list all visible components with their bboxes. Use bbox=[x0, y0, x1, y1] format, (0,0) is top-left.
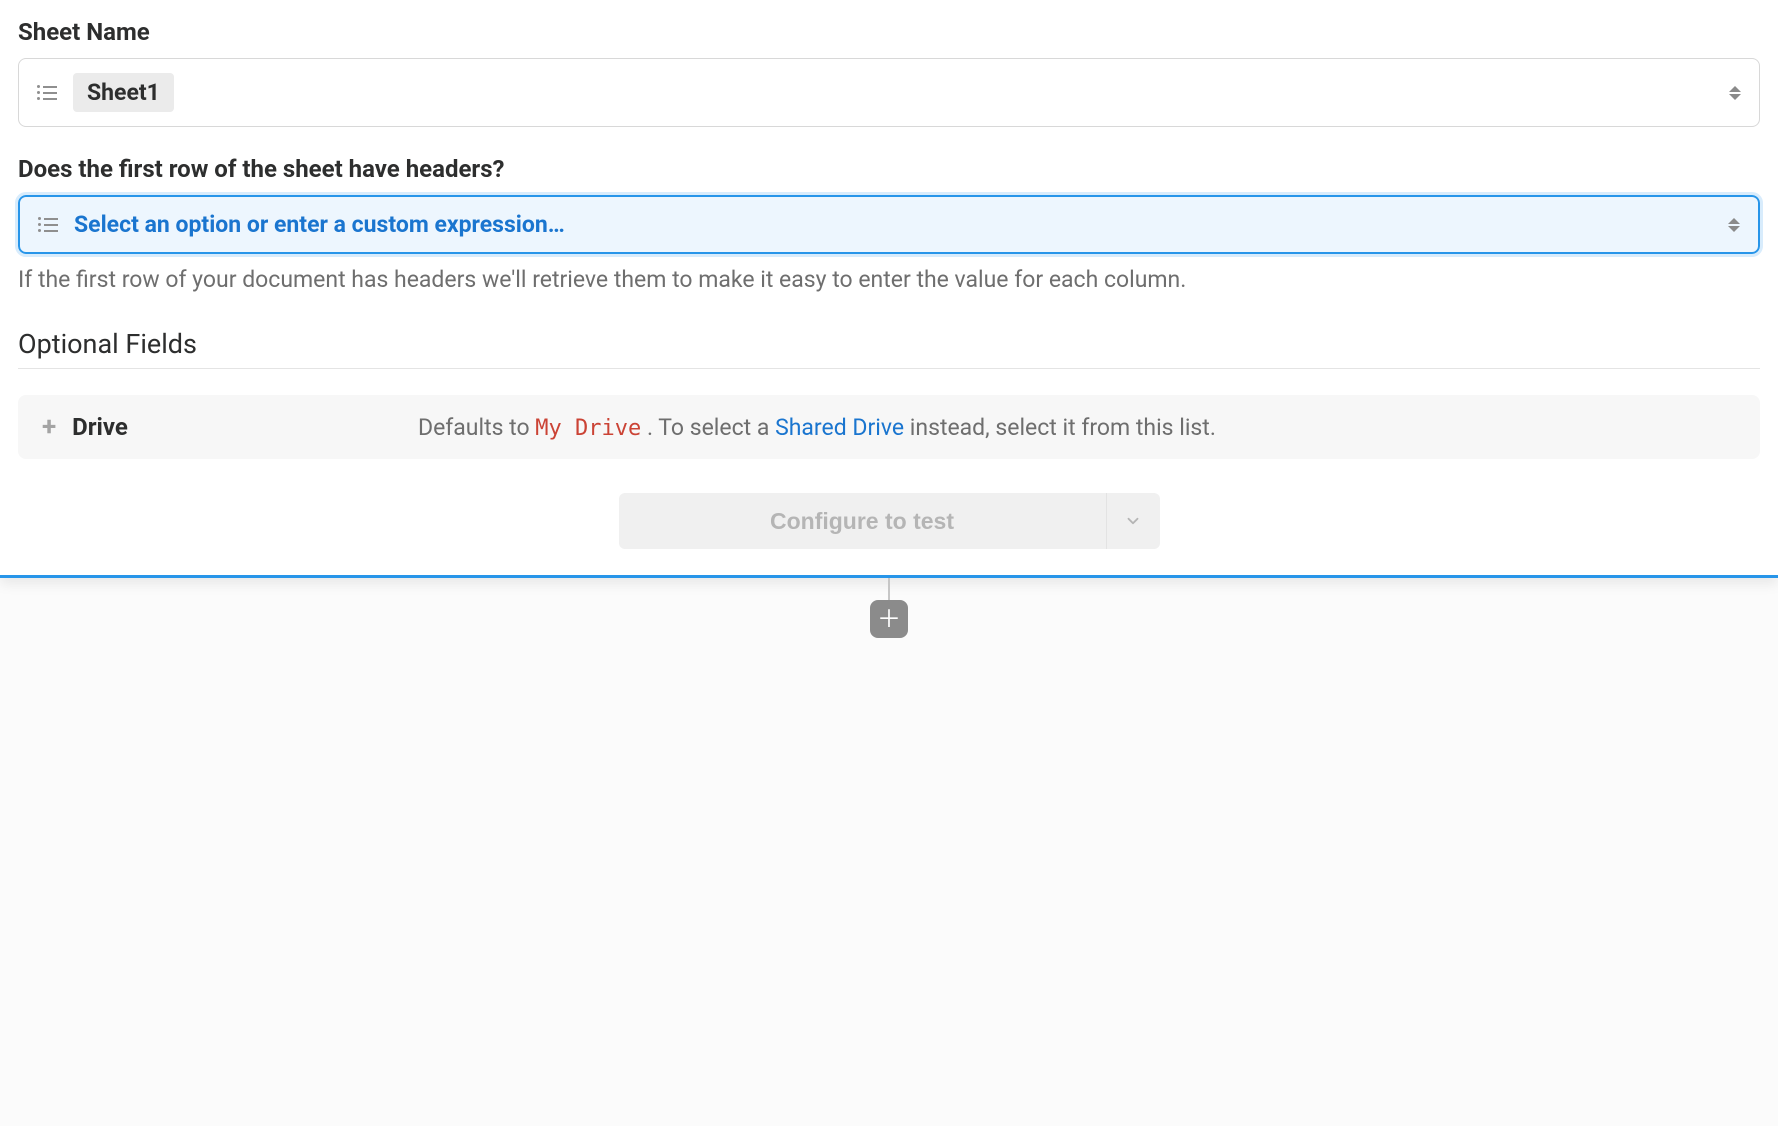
form-panel: Sheet Name Sheet1 Does the first row of … bbox=[0, 0, 1778, 578]
configure-to-test-button: Configure to test bbox=[619, 493, 1160, 549]
connector-line bbox=[888, 578, 890, 600]
plus-icon: ＋ bbox=[877, 607, 901, 631]
drive-description: Defaults to My Drive . To select a Share… bbox=[418, 414, 1216, 441]
sheet-name-value-chip: Sheet1 bbox=[73, 73, 174, 112]
list-icon bbox=[38, 217, 58, 232]
chevron-updown-icon bbox=[1728, 218, 1740, 232]
plus-icon: + bbox=[42, 414, 56, 440]
drive-label: Drive bbox=[72, 413, 128, 441]
chevron-down-icon bbox=[1124, 512, 1142, 530]
optional-row-left: + Drive bbox=[42, 413, 418, 441]
headers-helper-text: If the first row of your document has he… bbox=[18, 264, 1760, 296]
sheet-name-select[interactable]: Sheet1 bbox=[18, 58, 1760, 127]
configure-button-label: Configure to test bbox=[619, 493, 1106, 549]
select-left-content: Sheet1 bbox=[37, 73, 174, 112]
drive-desc-mid: . To select a bbox=[647, 414, 775, 441]
optional-fields-heading: Optional Fields bbox=[18, 328, 1760, 369]
list-icon bbox=[37, 85, 57, 100]
sheet-name-label: Sheet Name bbox=[18, 18, 1760, 46]
configure-dropdown-section bbox=[1106, 493, 1160, 549]
drive-desc-code: My Drive bbox=[535, 416, 641, 441]
headers-select[interactable]: Select an option or enter a custom expre… bbox=[18, 195, 1760, 254]
chevron-updown-icon bbox=[1729, 86, 1741, 100]
drive-desc-prefix: Defaults to bbox=[418, 414, 535, 441]
select-left-content: Select an option or enter a custom expre… bbox=[38, 211, 565, 238]
drive-desc-suffix: instead, select it from this list. bbox=[910, 414, 1216, 441]
headers-placeholder: Select an option or enter a custom expre… bbox=[74, 211, 565, 238]
add-step-connector: ＋ bbox=[870, 578, 908, 638]
headers-question-label: Does the first row of the sheet have hea… bbox=[18, 155, 1760, 183]
drive-desc-link: Shared Drive bbox=[775, 414, 904, 441]
add-step-button[interactable]: ＋ bbox=[870, 600, 908, 638]
optional-drive-row[interactable]: + Drive Defaults to My Drive . To select… bbox=[18, 395, 1760, 459]
